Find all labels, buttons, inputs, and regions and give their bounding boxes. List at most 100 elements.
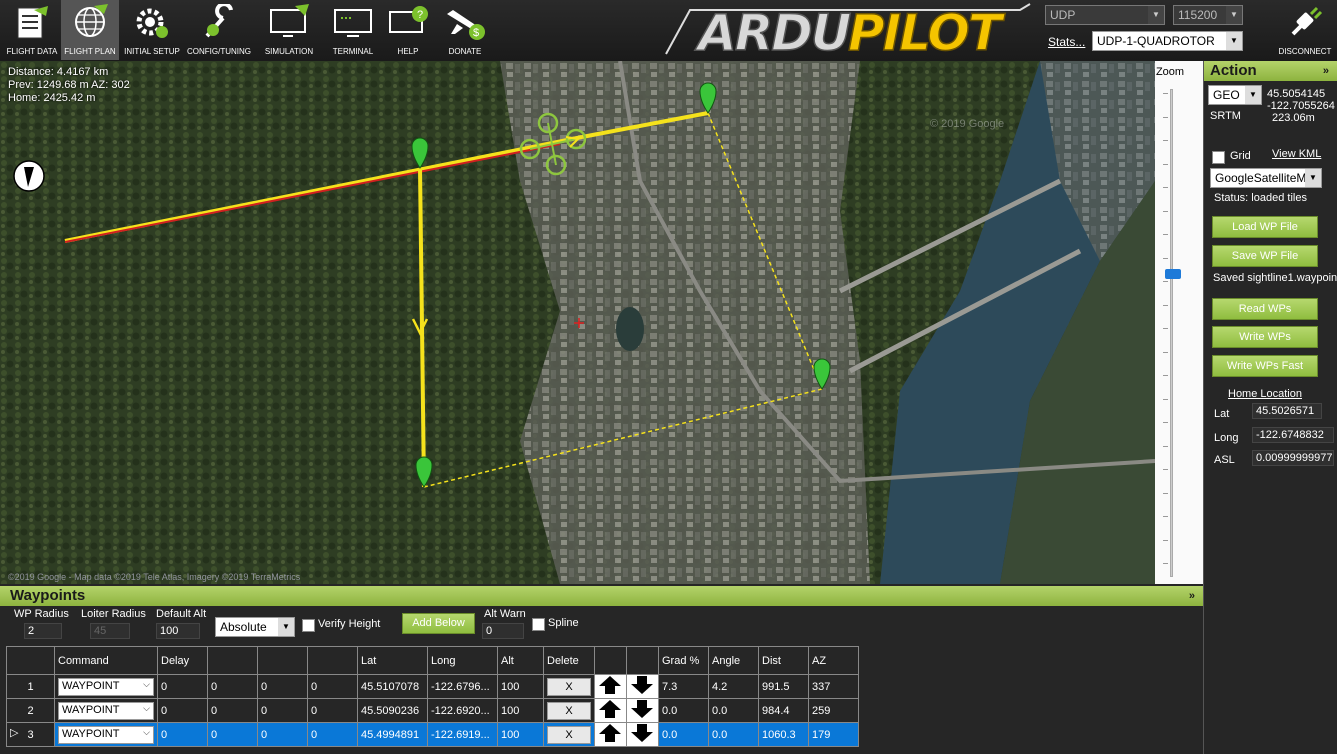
column-header[interactable] <box>307 646 358 675</box>
column-header[interactable]: Long <box>427 646 498 675</box>
grad-cell[interactable]: 7.3 <box>658 674 709 699</box>
nav-terminal[interactable]: TERMINAL <box>326 0 380 60</box>
delete-waypoint-button[interactable]: X <box>547 677 591 696</box>
nav-config-tuning[interactable]: CONFIG/TUNING <box>186 0 252 60</box>
command-select[interactable]: WAYPOINT ⌵ <box>58 725 154 744</box>
move-up-arrow-icon[interactable] <box>598 723 622 743</box>
angle-cell[interactable]: 0.0 <box>708 698 759 723</box>
long-cell[interactable]: -122.6919... <box>427 722 498 747</box>
write-wps-button[interactable]: Write WPs <box>1212 326 1318 348</box>
column-header[interactable]: Lat <box>357 646 428 675</box>
alt-cell[interactable]: 100 <box>497 698 544 723</box>
column-header[interactable]: Grad % <box>658 646 709 675</box>
param4-cell[interactable]: 0 <box>307 722 358 747</box>
delay-cell[interactable]: 0 <box>157 698 208 723</box>
zoom-slider-thumb[interactable] <box>1165 269 1181 280</box>
move-up-arrow-icon[interactable] <box>598 699 622 719</box>
grad-cell[interactable]: 0.0 <box>658 698 709 723</box>
nav-help[interactable]: ? HELP <box>383 0 433 60</box>
param2-cell[interactable]: 0 <box>207 674 258 699</box>
move-down-arrow-icon[interactable] <box>630 699 654 719</box>
alt-cell[interactable]: 100 <box>497 722 544 747</box>
column-header[interactable]: Delay <box>157 646 208 675</box>
row-number-cell[interactable]: ▷ 3 <box>6 722 55 747</box>
column-header[interactable] <box>626 646 659 675</box>
dist-cell[interactable]: 1060.3 <box>758 722 809 747</box>
column-header[interactable] <box>594 646 627 675</box>
delete-waypoint-button[interactable]: X <box>547 701 591 720</box>
row-number-cell[interactable]: 1 <box>6 674 55 699</box>
column-header[interactable]: Angle <box>708 646 759 675</box>
verify-height-checkbox[interactable] <box>302 619 315 632</box>
delete-waypoint-button[interactable]: X <box>547 725 591 744</box>
angle-cell[interactable]: 0.0 <box>708 722 759 747</box>
column-header[interactable] <box>207 646 258 675</box>
baud-rate-select[interactable]: 115200 ▼ <box>1173 5 1243 25</box>
nav-initial-setup[interactable]: INITIAL SETUP <box>121 0 183 60</box>
param3-cell[interactable]: 0 <box>257 722 308 747</box>
nav-flight-plan[interactable]: FLIGHT PLAN <box>61 0 119 60</box>
column-header[interactable]: Alt <box>497 646 544 675</box>
column-header[interactable]: AZ <box>808 646 859 675</box>
read-wps-button[interactable]: Read WPs <box>1212 298 1318 320</box>
save-wp-file-button[interactable]: Save WP File <box>1212 245 1318 267</box>
home-lat-field[interactable]: 45.5026571 <box>1252 403 1322 419</box>
column-header[interactable]: Command <box>54 646 158 675</box>
disconnect-button[interactable]: DISCONNECT <box>1276 0 1334 60</box>
nav-simulation[interactable]: SIMULATION <box>258 0 320 60</box>
lat-cell[interactable]: 45.5107078 <box>357 674 428 699</box>
long-cell[interactable]: -122.6920... <box>427 698 498 723</box>
column-header[interactable] <box>6 646 55 675</box>
link-select[interactable]: UDP-1-QUADROTOR ▼ <box>1092 31 1243 51</box>
long-cell[interactable]: -122.6796... <box>427 674 498 699</box>
loiter-radius-field[interactable]: 45 <box>90 623 130 639</box>
param2-cell[interactable]: 0 <box>207 698 258 723</box>
load-wp-file-button[interactable]: Load WP File <box>1212 216 1318 238</box>
zoom-slider-track[interactable] <box>1170 89 1173 577</box>
command-cell[interactable]: WAYPOINT ⌵ <box>54 698 158 723</box>
move-down-arrow-icon[interactable] <box>630 723 654 743</box>
param4-cell[interactable]: 0 <box>307 674 358 699</box>
coord-mode-select[interactable]: GEO ▼ <box>1208 85 1262 105</box>
grad-cell[interactable]: 0.0 <box>658 722 709 747</box>
move-down-arrow-icon[interactable] <box>630 675 654 695</box>
map-provider-select[interactable]: GoogleSatelliteMap ▼ <box>1210 168 1322 188</box>
param4-cell[interactable]: 0 <box>307 698 358 723</box>
map-canvas[interactable]: © 2019 Google <box>0 61 1155 584</box>
collapse-chevron-icon[interactable]: » <box>1323 61 1329 81</box>
add-below-button[interactable]: Add Below <box>402 613 475 634</box>
default-alt-field[interactable]: 100 <box>156 623 200 639</box>
param3-cell[interactable]: 0 <box>257 698 308 723</box>
table-row[interactable]: 2 WAYPOINT ⌵ 0 0 0 0 45.5090236 -122.6920... 100 X… <box>6 698 859 723</box>
angle-cell[interactable]: 4.2 <box>708 674 759 699</box>
satellite-map[interactable]: © 2019 Google Distance: 4.4167 km Prev: … <box>0 61 1155 584</box>
az-cell[interactable]: 179 <box>808 722 859 747</box>
dist-cell[interactable]: 984.4 <box>758 698 809 723</box>
home-long-field[interactable]: -122.6748832 <box>1252 427 1334 443</box>
column-header[interactable]: Dist <box>758 646 809 675</box>
command-cell[interactable]: WAYPOINT ⌵ <box>54 722 158 747</box>
column-header[interactable] <box>257 646 308 675</box>
delay-cell[interactable]: 0 <box>157 722 208 747</box>
nav-donate[interactable]: $ DONATE <box>438 0 492 60</box>
collapse-chevron-icon[interactable]: » <box>1189 586 1195 606</box>
home-location-link[interactable]: Home Location <box>1228 388 1302 400</box>
home-asl-field[interactable]: 0.00999999977 <box>1252 450 1334 466</box>
table-row[interactable]: 1 WAYPOINT ⌵ 0 0 0 0 45.5107078 -122.6796... 100 X… <box>6 674 859 699</box>
az-cell[interactable]: 259 <box>808 698 859 723</box>
command-select[interactable]: WAYPOINT ⌵ <box>58 701 154 720</box>
table-row[interactable]: ▷ 3 WAYPOINT ⌵ 0 0 0 0 45.4994891 -122.6919... 100… <box>6 722 859 747</box>
param2-cell[interactable]: 0 <box>207 722 258 747</box>
alt-cell[interactable]: 100 <box>497 674 544 699</box>
stats-link[interactable]: Stats... <box>1048 35 1085 49</box>
dist-cell[interactable]: 991.5 <box>758 674 809 699</box>
connection-type-select[interactable]: UDP ▼ <box>1045 5 1165 25</box>
spline-checkbox[interactable] <box>532 618 545 631</box>
column-header[interactable]: Delete <box>543 646 595 675</box>
az-cell[interactable]: 337 <box>808 674 859 699</box>
nav-flight-data[interactable]: FLIGHT DATA <box>4 0 60 60</box>
grid-checkbox[interactable] <box>1212 151 1225 164</box>
lat-cell[interactable]: 45.4994891 <box>357 722 428 747</box>
write-wps-fast-button[interactable]: Write WPs Fast <box>1212 355 1318 377</box>
move-up-arrow-icon[interactable] <box>598 675 622 695</box>
